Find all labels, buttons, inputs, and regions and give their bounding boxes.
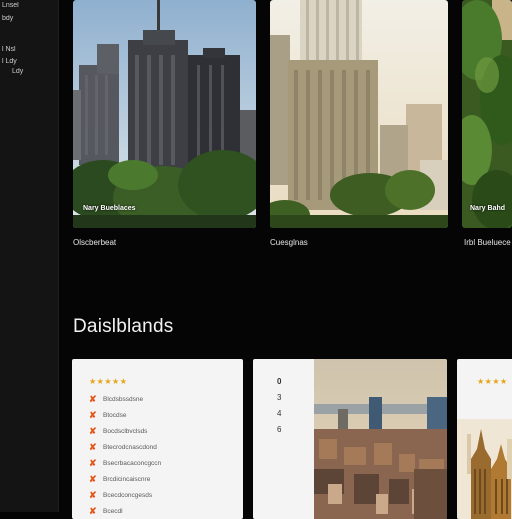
star-rating: ★★★★★ bbox=[89, 377, 128, 386]
sidebar-item[interactable]: l Nsl bbox=[2, 46, 56, 53]
rating-card[interactable]: ★★★★ bbox=[457, 359, 512, 519]
building-photo bbox=[457, 419, 512, 519]
list-item: ✘ Bcecdconcgesds bbox=[89, 489, 153, 500]
sidebar-item[interactable]: Lnsel bbox=[2, 2, 56, 9]
aerial-city-photo bbox=[314, 359, 447, 519]
x-icon: ✘ bbox=[89, 409, 97, 420]
gallery-card[interactable]: Nary Bueblaces bbox=[73, 0, 256, 228]
main-content: Nary Bueblaces Nary Bahd Olscberbeat Cue… bbox=[58, 0, 512, 519]
step-number: 6 bbox=[277, 425, 282, 434]
sidebar-item[interactable]: l Ldy bbox=[2, 58, 56, 65]
card-tag: Nary Bahd bbox=[470, 205, 506, 212]
list-item: ✘ Bcecdl bbox=[89, 505, 123, 516]
x-icon: ✘ bbox=[89, 393, 97, 404]
x-icon: ✘ bbox=[89, 425, 97, 436]
list-item: ✘ Btocdse bbox=[89, 409, 127, 420]
x-icon: ✘ bbox=[89, 505, 97, 516]
list-item: ✘ Blcdsbssdsne bbox=[89, 393, 144, 404]
card-caption[interactable]: Olscberbeat bbox=[73, 238, 116, 247]
gallery-card[interactable] bbox=[270, 0, 448, 228]
photo-card[interactable]: 0 3 4 6 bbox=[253, 359, 447, 519]
feature-list-card[interactable]: ★★★★★ ✘ Blcdsbssdsne ✘ Btocdse ✘ Bocdsclbvc… bbox=[72, 359, 243, 519]
list-item: ✘ Bsecrbacaconcgccn bbox=[89, 457, 162, 468]
x-icon: ✘ bbox=[89, 489, 97, 500]
card-tag: Nary Bueblaces bbox=[83, 205, 136, 212]
section-title: Daislblands bbox=[73, 316, 174, 337]
city-photo bbox=[462, 0, 512, 228]
city-photo bbox=[73, 0, 256, 228]
star-rating: ★★★★ bbox=[477, 377, 508, 386]
step-number: 0 bbox=[277, 377, 282, 386]
card-caption[interactable]: Cuesglnas bbox=[270, 238, 308, 247]
x-icon: ✘ bbox=[89, 457, 97, 468]
card-caption[interactable]: Irbl Bueluece bbox=[464, 238, 511, 247]
sidebar: Lnsel bdy l Nsl l Ldy Ldy bbox=[0, 0, 59, 512]
list-item: ✘ Bocdsclbvclsds bbox=[89, 425, 148, 436]
x-icon: ✘ bbox=[89, 473, 97, 484]
step-number: 4 bbox=[277, 409, 282, 418]
list-item: ✘ Btecrodcnascdond bbox=[89, 441, 157, 452]
gallery-card[interactable]: Nary Bahd bbox=[462, 0, 512, 228]
city-photo bbox=[270, 0, 448, 228]
list-item: ✘ Brcdicincaiscnre bbox=[89, 473, 151, 484]
step-number: 3 bbox=[277, 393, 282, 402]
x-icon: ✘ bbox=[89, 441, 97, 452]
sidebar-item[interactable]: bdy bbox=[2, 15, 56, 22]
